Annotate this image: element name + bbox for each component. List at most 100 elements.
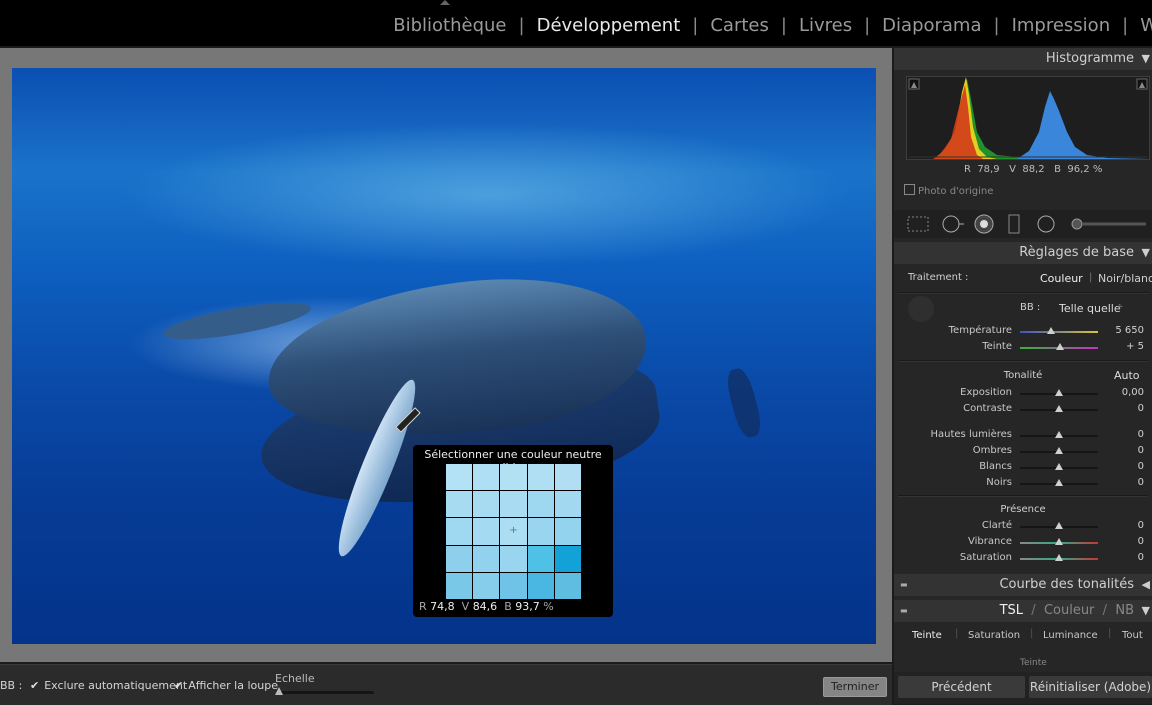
auto-exclude-toggle[interactable]: ✔ Exclure automatiquement	[30, 679, 187, 692]
graduated-filter-icon	[1008, 214, 1020, 234]
loupe-pixel	[527, 518, 554, 545]
tsl-subtab-luminance[interactable]: Luminance	[1043, 630, 1098, 641]
temperature-slider-thumb[interactable]	[1047, 327, 1055, 334]
checkbox-checked-icon[interactable]: ✔	[174, 679, 183, 692]
exposure-slider-thumb[interactable]	[1055, 389, 1063, 396]
whites-slider-thumb[interactable]	[1055, 463, 1063, 470]
tsl-hue-sublabel: Teinte	[1020, 658, 1047, 666]
dropdown-arrows-icon[interactable]: ÷	[1116, 302, 1124, 312]
radial-filter-icon	[1037, 215, 1055, 233]
contrast-slider-row[interactable]: Contraste 0	[894, 402, 1152, 418]
clarity-slider-row[interactable]: Clarté 0	[894, 519, 1152, 535]
auto-tone-button[interactable]: Auto	[1114, 369, 1140, 382]
highlights-slider-row[interactable]: Hautes lumières 0	[894, 428, 1152, 444]
histogram-graph[interactable]	[906, 76, 1150, 160]
vibrance-slider-row[interactable]: Vibrance 0	[894, 535, 1152, 551]
loupe-pixel	[554, 518, 581, 545]
loupe-r-value: 74,8	[430, 600, 455, 613]
histogram-rgb-readout: R 78,9 V 88,2 B 96,2 %	[964, 164, 1103, 175]
checkbox-checked-icon[interactable]: ✔	[30, 679, 39, 692]
tone-curve-header[interactable]: ▬ Courbe des tonalités ◀	[894, 574, 1152, 596]
diver-shape	[723, 366, 765, 440]
loupe-pixel	[446, 464, 473, 491]
scale-slider[interactable]	[278, 691, 374, 694]
blacks-slider-row[interactable]: Noirs 0	[894, 476, 1152, 492]
loupe-pixel-grid: +	[446, 464, 581, 599]
collapse-triangle-icon[interactable]: ▼	[1142, 48, 1150, 70]
treatment-bw-option[interactable]: Noir/blanc	[1098, 272, 1152, 285]
previous-button[interactable]: Précédent	[898, 676, 1025, 698]
contrast-slider-thumb[interactable]	[1055, 405, 1063, 412]
treatment-label: Traitement :	[908, 272, 969, 283]
original-photo-toggle[interactable]: Photo d'origine	[904, 184, 993, 197]
tsl-tab-hsl[interactable]: TSL	[1000, 603, 1023, 618]
loupe-pixel	[527, 491, 554, 518]
tsl-subtab-saturation[interactable]: Saturation	[968, 630, 1020, 641]
tsl-subtab-hue[interactable]: Teinte	[912, 630, 942, 641]
blacks-slider-thumb[interactable]	[1055, 479, 1063, 486]
crop-tool-icon	[907, 216, 929, 232]
saturation-slider-row[interactable]: Saturation 0	[894, 551, 1152, 567]
tsl-subtabs: Teinte | Saturation | Luminance | Tout	[912, 628, 1143, 641]
basic-settings-header[interactable]: Règlages de base ▼	[894, 242, 1152, 264]
reset-button[interactable]: Réinitialiser (Adobe)	[1029, 676, 1152, 698]
loupe-pixel	[500, 572, 527, 599]
whites-slider-row[interactable]: Blancs 0	[894, 460, 1152, 476]
tsl-tab-bw[interactable]: NB	[1115, 603, 1134, 618]
vibrance-slider-thumb[interactable]	[1055, 538, 1063, 545]
whale-fin-shape	[160, 295, 314, 347]
loupe-b-value: 93,7	[515, 600, 540, 613]
module-book[interactable]: Livres	[799, 15, 852, 36]
shadows-slider-thumb[interactable]	[1055, 447, 1063, 454]
collapse-triangle-icon[interactable]: ▼	[1142, 242, 1150, 264]
shadows-slider-row[interactable]: Ombres 0	[894, 444, 1152, 460]
temperature-slider-row[interactable]: Température 5 650	[894, 324, 1152, 340]
loupe-pixel	[554, 464, 581, 491]
module-map[interactable]: Cartes	[710, 15, 769, 36]
tsl-header[interactable]: ▬ TSL / Couleur / NB ▼	[894, 600, 1152, 622]
loupe-pixel	[500, 491, 527, 518]
saturation-slider-thumb[interactable]	[1055, 554, 1063, 561]
expand-triangle-icon[interactable]: ◀	[1142, 574, 1150, 596]
module-develop[interactable]: Développement	[537, 15, 681, 36]
temperature-slider[interactable]	[1020, 331, 1098, 333]
panel-toggle-icon[interactable]: ▬	[900, 574, 908, 596]
tsl-tab-color[interactable]: Couleur	[1044, 603, 1094, 618]
show-loupe-toggle[interactable]: ✔ Afficher la loupe	[174, 679, 278, 692]
neutral-color-loupe: Sélectionner une couleur neutre cible : …	[413, 445, 613, 617]
tint-slider-thumb[interactable]	[1056, 343, 1064, 350]
loupe-v-value: 84,6	[472, 600, 498, 613]
done-button[interactable]: Terminer	[823, 677, 887, 697]
module-print[interactable]: Impression	[1012, 15, 1111, 36]
tool-strip	[894, 210, 1152, 238]
scale-slider-thumb[interactable]	[275, 687, 283, 695]
panel-toggle-icon[interactable]: ▬	[900, 600, 908, 622]
collapse-triangle-icon[interactable]: ▼	[1142, 600, 1150, 622]
loupe-pixel	[446, 518, 473, 545]
loupe-pixel	[554, 491, 581, 518]
collapse-top-panel-icon[interactable]	[440, 0, 450, 5]
wb-eyedropper-icon[interactable]	[908, 296, 934, 322]
adjustment-brush-icon	[1071, 218, 1146, 230]
spot-removal-tool-icon	[942, 215, 964, 233]
loupe-pixel	[527, 572, 554, 599]
histogram-header[interactable]: Histogramme ▼	[894, 48, 1152, 70]
crosshair-icon: +	[509, 525, 518, 537]
module-picker: Bibliothèque | Développement | Cartes | …	[393, 15, 1152, 36]
loupe-pixel	[500, 545, 527, 572]
tint-slider-row[interactable]: Teinte + 5	[894, 340, 1152, 356]
loupe-pixel	[473, 464, 500, 491]
wb-toolbar: BB : ✔ Exclure automatiquement ✔ Afficher …	[0, 664, 892, 705]
module-web[interactable]: W	[1140, 15, 1152, 36]
module-slideshow[interactable]: Diaporama	[882, 15, 981, 36]
module-library[interactable]: Bibliothèque	[393, 15, 506, 36]
treatment-color-option[interactable]: Couleur	[1040, 272, 1083, 285]
highlights-slider-thumb[interactable]	[1055, 431, 1063, 438]
tsl-subtab-all[interactable]: Tout	[1122, 630, 1143, 641]
right-panel: Histogramme ▼ R 78,9 V 88,2 B 96,2 % Pho…	[894, 48, 1152, 704]
checkbox-unchecked-icon[interactable]	[904, 184, 915, 195]
clarity-slider-thumb[interactable]	[1055, 522, 1063, 529]
wb-preset-select[interactable]: Telle quelle	[1059, 302, 1121, 315]
loupe-pixel: +	[500, 518, 527, 545]
exposure-slider-row[interactable]: Exposition 0,00	[894, 386, 1152, 402]
